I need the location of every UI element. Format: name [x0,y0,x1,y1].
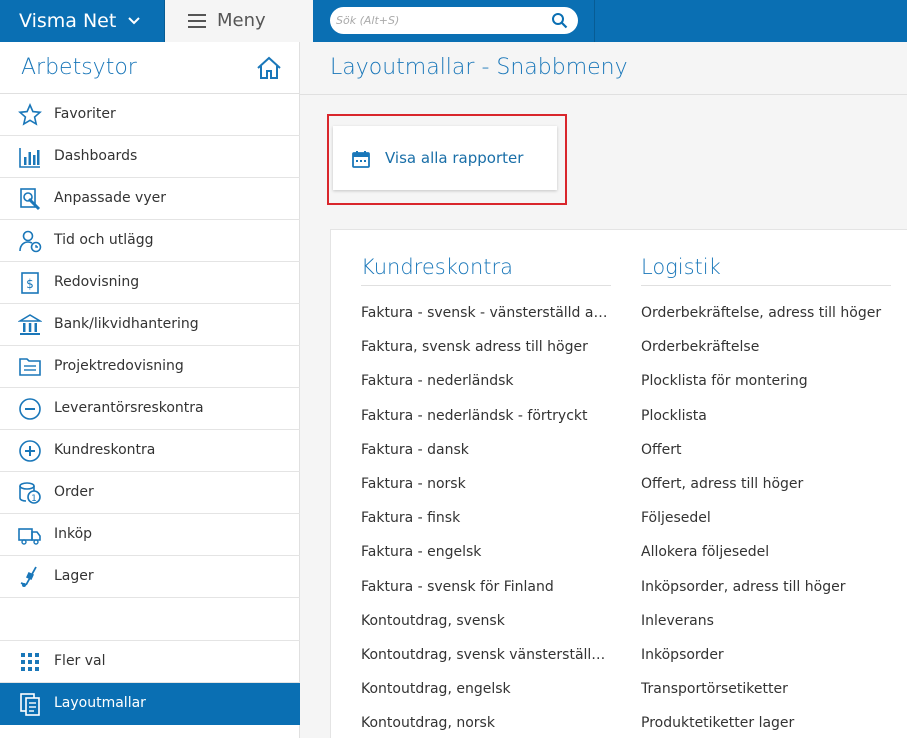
report-link[interactable]: Faktura - svensk - vänsterställd adress [361,296,611,330]
report-link[interactable]: Orderbekräftelse, adress till höger [641,296,891,330]
sidebar-item-anpassade-vyer[interactable]: Anpassade vyer [0,178,300,220]
report-link-starred[interactable]: Faktura, svensk adress till höger [361,330,611,364]
report-link[interactable]: Faktura - nederländsk [361,364,611,398]
report-link[interactable]: Inköpsorder, adress till höger [641,570,891,604]
sidebar-item-lager[interactable]: Lager [0,556,300,598]
sidebar-bottom: Fler val Layoutmallar [0,640,300,725]
sidebar-item-redovisning[interactable]: $ Redovisning [0,262,300,304]
report-link[interactable]: Kontoutdrag, svensk vänsterställd adress [361,638,611,672]
plus-circle-icon [19,440,41,462]
search-input[interactable] [336,11,546,30]
sidebar-nav: Favoriter Dashboards Anpassade vyer Tid … [0,94,300,598]
sidebar-item-layoutmallar[interactable]: Layoutmallar [0,683,300,725]
report-link-label: Faktura, svensk adress till höger [361,339,588,356]
bank-icon [18,314,42,335]
column-kundreskontra: Kundreskontra Faktura - svensk - vänster… [361,230,611,738]
menu-button[interactable]: Meny [165,0,313,42]
column-heading: Logistik [641,230,891,286]
sidebar-item-label: Layoutmallar [54,695,146,711]
report-link[interactable]: Kontoutdrag, svensk [361,604,611,638]
sidebar-item-label: Bank/likvidhantering [54,316,199,332]
brand-name: Visma Net [19,10,117,32]
report-list: Orderbekräftelse, adress till höger Orde… [641,286,891,738]
sidebar-item-label: Order [54,484,94,500]
search-area [313,0,595,42]
ledger-icon: $ [21,272,39,294]
sidebar-item-tid-och-utlagg[interactable]: Tid och utlägg [0,220,300,262]
sidebar-item-label: Dashboards [54,148,138,164]
hamburger-icon [188,14,206,28]
report-link[interactable]: Offert, adress till höger [641,467,891,501]
divider [300,94,907,95]
sidebar-item-favoriter[interactable]: Favoriter [0,94,300,136]
sidebar-item-order[interactable]: 1 Order [0,472,300,514]
sidebar-item-bank[interactable]: Bank/likvidhantering [0,304,300,346]
sidebar-item-label: Inköp [54,526,93,542]
report-link[interactable]: Transportörsetiketter [641,672,891,706]
sidebar-item-label: Projektredovisning [54,358,184,374]
report-link[interactable]: Allokera följesedel [641,535,891,569]
sidebar-item-label: Redovisning [54,274,140,290]
sidebar-item-label: Tid och utlägg [54,232,154,248]
menu-label: Meny [217,10,266,31]
sidebar-item-label: Lager [54,568,94,584]
sidebar-header: Arbetsytor [0,42,300,94]
report-link[interactable]: Inleverans [641,604,891,638]
order-icon: 1 [19,482,41,504]
home-icon[interactable] [256,55,282,81]
report-link[interactable]: Faktura - nederländsk - förtryckt [361,399,611,433]
report-list: Faktura - svensk - vänsterställd adress … [361,286,611,738]
report-link[interactable]: Följesedel [641,501,891,535]
report-link[interactable]: Kontoutdrag, norsk [361,706,611,738]
report-link[interactable]: Produktetiketter lager [641,706,891,738]
report-panel: Kundreskontra Faktura - svensk - vänster… [330,229,907,738]
report-link[interactable]: Orderbekräftelse [641,330,891,364]
report-link[interactable]: Faktura - engelsk [361,535,611,569]
report-link[interactable]: Plocklista för montering [641,364,891,398]
folder-icon [19,358,41,376]
sidebar-item-label: Leverantörsreskontra [54,400,204,416]
sidebar-item-label: Kundreskontra [54,442,156,458]
report-link[interactable]: Faktura - finsk [361,501,611,535]
custom-view-icon [20,188,41,211]
column-heading: Kundreskontra [361,230,611,286]
report-link[interactable]: Kontoutdrag, engelsk [361,672,611,706]
report-link[interactable]: Faktura - dansk [361,433,611,467]
sidebar-item-label: Anpassade vyer [54,190,166,206]
report-link[interactable]: Faktura - norsk [361,467,611,501]
bar-chart-icon [19,148,40,168]
minus-circle-icon [19,398,41,420]
sidebar-item-fler-val[interactable]: Fler val [0,641,300,683]
star-icon [18,103,42,126]
time-expense-icon [19,230,42,253]
svg-text:1: 1 [31,494,37,504]
sidebar-item-projektredovisning[interactable]: Projektredovisning [0,346,300,388]
sidebar: Arbetsytor Favoriter Dashboards Anpassad… [0,42,300,738]
highlight-box [327,114,567,205]
brand-switcher[interactable]: Visma Net [0,0,165,42]
sidebar-item-leverantorsreskontra[interactable]: Leverantörsreskontra [0,388,300,430]
sidebar-item-dashboards[interactable]: Dashboards [0,136,300,178]
sidebar-title: Arbetsytor [21,55,137,80]
search-icon[interactable] [551,12,568,29]
chevron-down-icon [128,17,140,25]
grid-icon [21,653,39,671]
top-bar: Visma Net Meny [0,0,907,42]
page-title: Layoutmallar - Snabbmeny [330,55,628,80]
truck-icon [18,528,41,545]
column-logistik: Logistik Orderbekräftelse, adress till h… [641,230,891,738]
svg-text:$: $ [26,277,34,291]
report-link[interactable]: Faktura - svensk för Finland [361,570,611,604]
layout-template-icon [20,693,40,716]
search-box [330,7,578,34]
hand-truck-icon [20,566,37,587]
main-content: Layoutmallar - Snabbmeny Visa alla rappo… [300,42,907,738]
sidebar-item-label: Fler val [54,653,106,669]
sidebar-item-kundreskontra[interactable]: Kundreskontra [0,430,300,472]
report-link[interactable]: Plocklista [641,399,891,433]
sidebar-item-inkop[interactable]: Inköp [0,514,300,556]
report-link[interactable]: Inköpsorder [641,638,891,672]
report-link[interactable]: Offert [641,433,891,467]
sidebar-item-label: Favoriter [54,106,116,122]
